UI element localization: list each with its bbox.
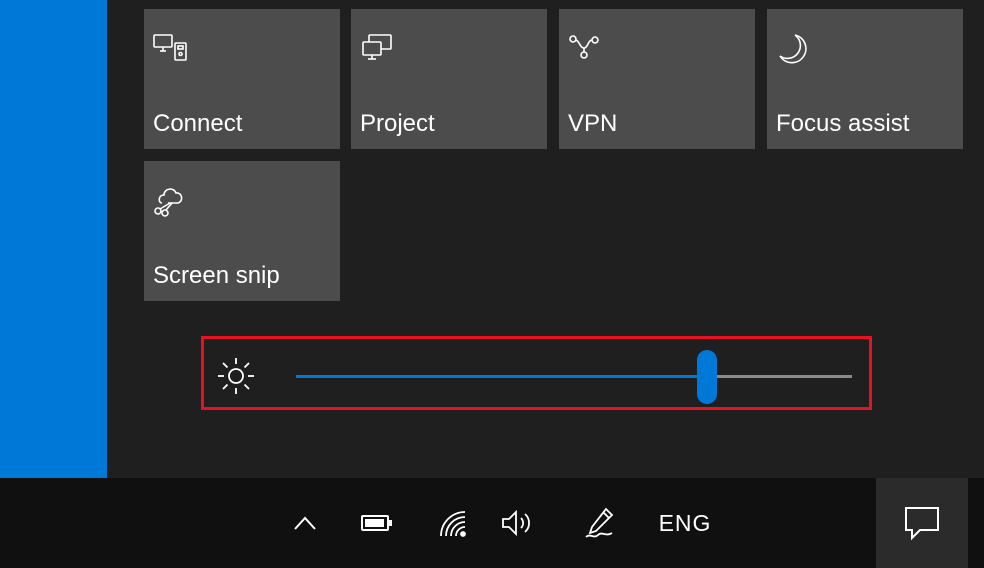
brightness-highlight-frame (201, 336, 872, 410)
volume-icon (502, 509, 530, 537)
screen-snip-tile[interactable]: Screen snip (144, 161, 340, 301)
screen-snip-label: Screen snip (153, 262, 280, 289)
brightness-slider-thumb[interactable] (697, 350, 718, 404)
connect-label: Connect (153, 110, 243, 137)
vpn-label: VPN (568, 110, 618, 137)
project-label: Project (360, 110, 435, 137)
brightness-slider-track[interactable] (296, 375, 852, 378)
volume-button[interactable] (495, 478, 539, 568)
vpn-icon (567, 31, 603, 67)
input-language-indicator[interactable]: ENG (655, 478, 715, 568)
focus-assist-tile[interactable]: Focus assist (767, 9, 963, 149)
vpn-tile[interactable]: VPN (559, 9, 755, 149)
connect-icon (152, 31, 188, 67)
chevron-up-icon (294, 516, 316, 530)
network-button[interactable] (430, 478, 474, 568)
notification-icon (905, 507, 939, 541)
connect-tile[interactable]: Connect (144, 9, 340, 149)
project-icon (359, 31, 395, 67)
sun-icon (213, 353, 259, 399)
battery-button[interactable] (355, 478, 399, 568)
show-hidden-icons-button[interactable] (284, 478, 326, 568)
pen-icon (585, 507, 614, 538)
action-center-button[interactable] (876, 478, 968, 568)
project-tile[interactable]: Project (351, 9, 547, 149)
show-desktop-edge[interactable] (968, 478, 984, 568)
battery-icon (361, 515, 392, 531)
wifi-icon (440, 511, 466, 537)
taskbar: ENG (0, 478, 984, 568)
scissors-icon (152, 183, 188, 219)
focus-assist-label: Focus assist (776, 110, 910, 137)
desktop-background (0, 0, 107, 478)
pen-workspace-button[interactable] (578, 478, 622, 568)
brightness-slider-fill (296, 375, 708, 378)
moon-icon (775, 31, 811, 67)
